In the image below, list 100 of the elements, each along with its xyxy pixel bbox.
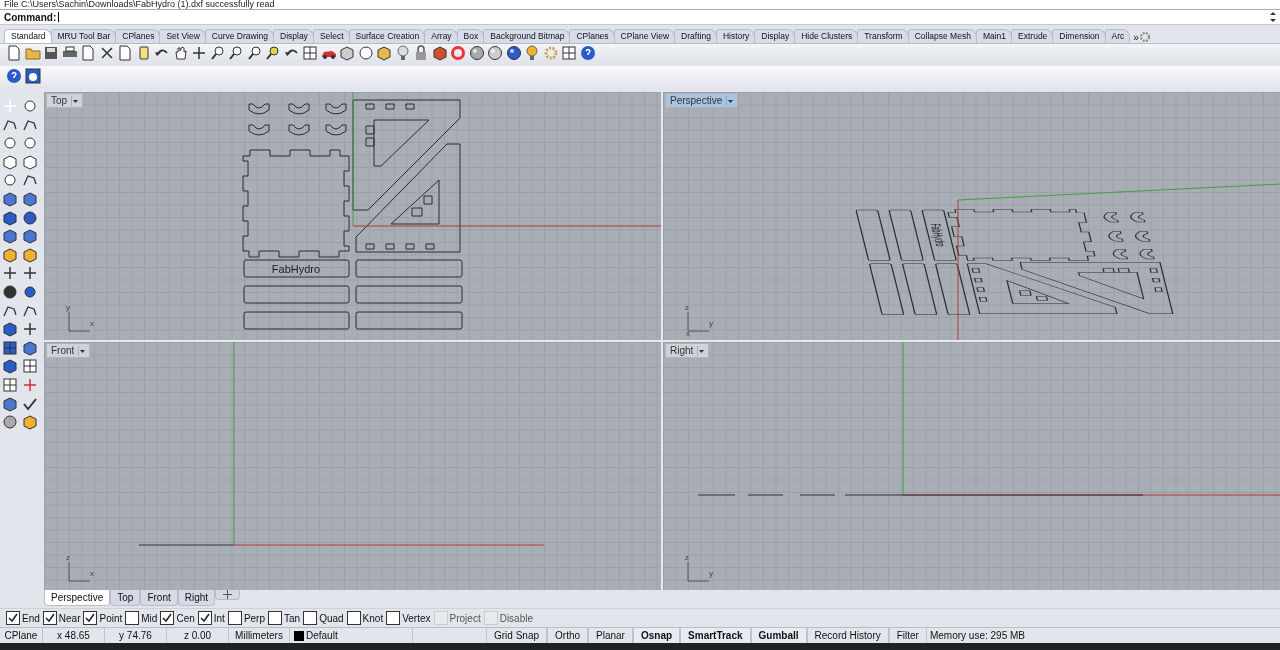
- viewport[interactable]: FabHydro Perspective z y x: [663, 92, 1280, 340]
- help-window-icon[interactable]: [25, 68, 41, 84]
- viewport-title-button[interactable]: Perspective: [665, 93, 739, 108]
- help-icon[interactable]: [6, 68, 22, 84]
- part-label: FabHydro: [271, 263, 321, 275]
- toolbar-tab[interactable]: CPlanes: [569, 29, 615, 43]
- toolbar-tab[interactable]: Display: [754, 29, 796, 43]
- toolbar-tab[interactable]: Array: [424, 29, 458, 43]
- toolbar-tab[interactable]: Dimension: [1052, 29, 1106, 43]
- sphere-icon[interactable]: [487, 45, 503, 61]
- cut-icon[interactable]: [98, 45, 115, 61]
- axis-label: y: [709, 320, 713, 328]
- osnap-checkbox[interactable]: [346, 611, 361, 625]
- light-icon[interactable]: [524, 45, 540, 61]
- axis-label: z: [685, 554, 689, 562]
- osnap-checkbox[interactable]: [303, 611, 318, 625]
- sphere-icon[interactable]: [468, 45, 485, 61]
- zoom-selected-icon[interactable]: [265, 45, 281, 61]
- viewport-grid-icon[interactable]: [302, 45, 318, 61]
- axis-corner-icon: [687, 312, 709, 332]
- toolbar-tab[interactable]: CPlanes: [115, 29, 161, 43]
- axis-label: z: [66, 554, 70, 562]
- viewport-title-button[interactable]: Right: [665, 343, 710, 358]
- copy-icon[interactable]: [117, 45, 133, 61]
- toolbar-tab[interactable]: Set View: [159, 29, 206, 43]
- dropdown-arrow-icon: [726, 95, 734, 106]
- toolbar-tab[interactable]: Standard: [4, 29, 52, 43]
- color-wheel-icon[interactable]: [450, 45, 466, 61]
- osnap-label: Quad: [319, 612, 344, 624]
- point-icon[interactable]: [22, 98, 38, 114]
- viewport-tab[interactable]: Right: [177, 590, 216, 606]
- open-folder-icon[interactable]: [24, 45, 41, 61]
- copy-icon[interactable]: [80, 45, 96, 61]
- settings-icon[interactable]: [1138, 31, 1151, 43]
- osnap-checkbox[interactable]: [83, 611, 98, 625]
- viewport-title-button[interactable]: Top: [46, 93, 84, 108]
- dropdown-arrow-icon: [697, 345, 705, 356]
- help-icon[interactable]: [579, 45, 596, 61]
- status-toggle-button[interactable]: Osnap: [632, 628, 681, 643]
- toolbar-tab[interactable]: Extrude: [1011, 29, 1054, 43]
- toolbar-tab[interactable]: History: [715, 29, 756, 43]
- save-icon[interactable]: [43, 45, 59, 61]
- viewport[interactable]: FabHydro Top y x: [44, 92, 661, 340]
- osnap-checkbox[interactable]: [160, 611, 175, 625]
- toolbar-tab[interactable]: Hide Clusters: [794, 29, 859, 43]
- dropdown-arrow-icon: [78, 345, 86, 356]
- toolbar-tab[interactable]: Surface Creation: [348, 29, 426, 43]
- toolbar-tab[interactable]: Arc: [1104, 29, 1131, 43]
- osnap-checkbox[interactable]: [386, 611, 401, 625]
- osnap-checkbox[interactable]: [42, 611, 57, 625]
- viewport-tab[interactable]: Top: [110, 590, 141, 606]
- status-toggle-button[interactable]: SmartTrack: [680, 628, 751, 643]
- axis-label: x: [90, 320, 94, 328]
- axis-label: y: [66, 304, 70, 312]
- move-icon[interactable]: [191, 45, 207, 61]
- viewport[interactable]: Right z y: [663, 342, 1280, 590]
- osnap-checkbox[interactable]: [6, 611, 20, 625]
- axis-corner-icon: [68, 312, 90, 332]
- osnap-checkbox[interactable]: [125, 611, 140, 625]
- toolbar-tab[interactable]: Transform: [857, 29, 909, 43]
- new-file-icon[interactable]: [6, 45, 22, 61]
- array-icon[interactable]: [2, 376, 18, 393]
- zoom-window-icon[interactable]: [228, 45, 244, 61]
- viewport[interactable]: Front z x: [44, 342, 661, 590]
- toolbar-tab[interactable]: Display: [273, 29, 314, 43]
- toolbar-tab[interactable]: Collapse Mesh: [907, 29, 977, 43]
- zoom-extents-icon[interactable]: [246, 45, 263, 61]
- osnap-checkbox[interactable]: [227, 611, 242, 625]
- command-line-field[interactable]: Command:: [0, 9, 1280, 25]
- add-viewport-button[interactable]: [215, 590, 241, 600]
- sphere-icon[interactable]: [505, 45, 522, 61]
- viewport-tab[interactable]: Front: [140, 590, 178, 606]
- zoom-icon[interactable]: [209, 45, 226, 61]
- lock-icon[interactable]: [413, 45, 429, 61]
- toolbar-tab[interactable]: Select: [312, 29, 350, 43]
- osnap-label: End: [22, 612, 40, 624]
- osnap-checkbox[interactable]: [197, 611, 212, 625]
- circle-icon[interactable]: [2, 135, 18, 152]
- hand-icon[interactable]: [172, 45, 189, 61]
- osnap-checkbox[interactable]: [268, 611, 282, 625]
- light-bulb-icon[interactable]: [394, 45, 411, 61]
- four-arrows-icon: [223, 590, 233, 599]
- status-toggle-button[interactable]: Gumball: [750, 628, 807, 643]
- layer-label[interactable]: Default: [306, 630, 338, 641]
- osnap-label: Knot: [362, 612, 384, 624]
- toolbar-tab[interactable]: Drafting: [674, 29, 717, 43]
- viewport-title-button[interactable]: Front: [46, 343, 91, 358]
- more-tabs-button[interactable]: »: [1133, 32, 1139, 43]
- viewport-tab[interactable]: Perspective: [44, 590, 111, 606]
- scroll-arrows-icon[interactable]: [1268, 10, 1278, 24]
- osnap-label: Perp: [243, 612, 265, 624]
- toolbar-tab[interactable]: Curve Drawing: [204, 29, 274, 43]
- toolbar-tab[interactable]: Background Bitmap: [483, 29, 571, 43]
- toolbar-tab[interactable]: MRU Tool Bar: [50, 29, 117, 43]
- toolbar-tab[interactable]: Box: [456, 29, 485, 43]
- osnap-label: Int: [213, 612, 225, 624]
- toolbar-tab[interactable]: Main1: [975, 29, 1013, 43]
- axis-label: y: [709, 570, 713, 578]
- axis-corner-icon: [68, 562, 90, 582]
- toolbar-tab[interactable]: CPlane View: [613, 29, 676, 43]
